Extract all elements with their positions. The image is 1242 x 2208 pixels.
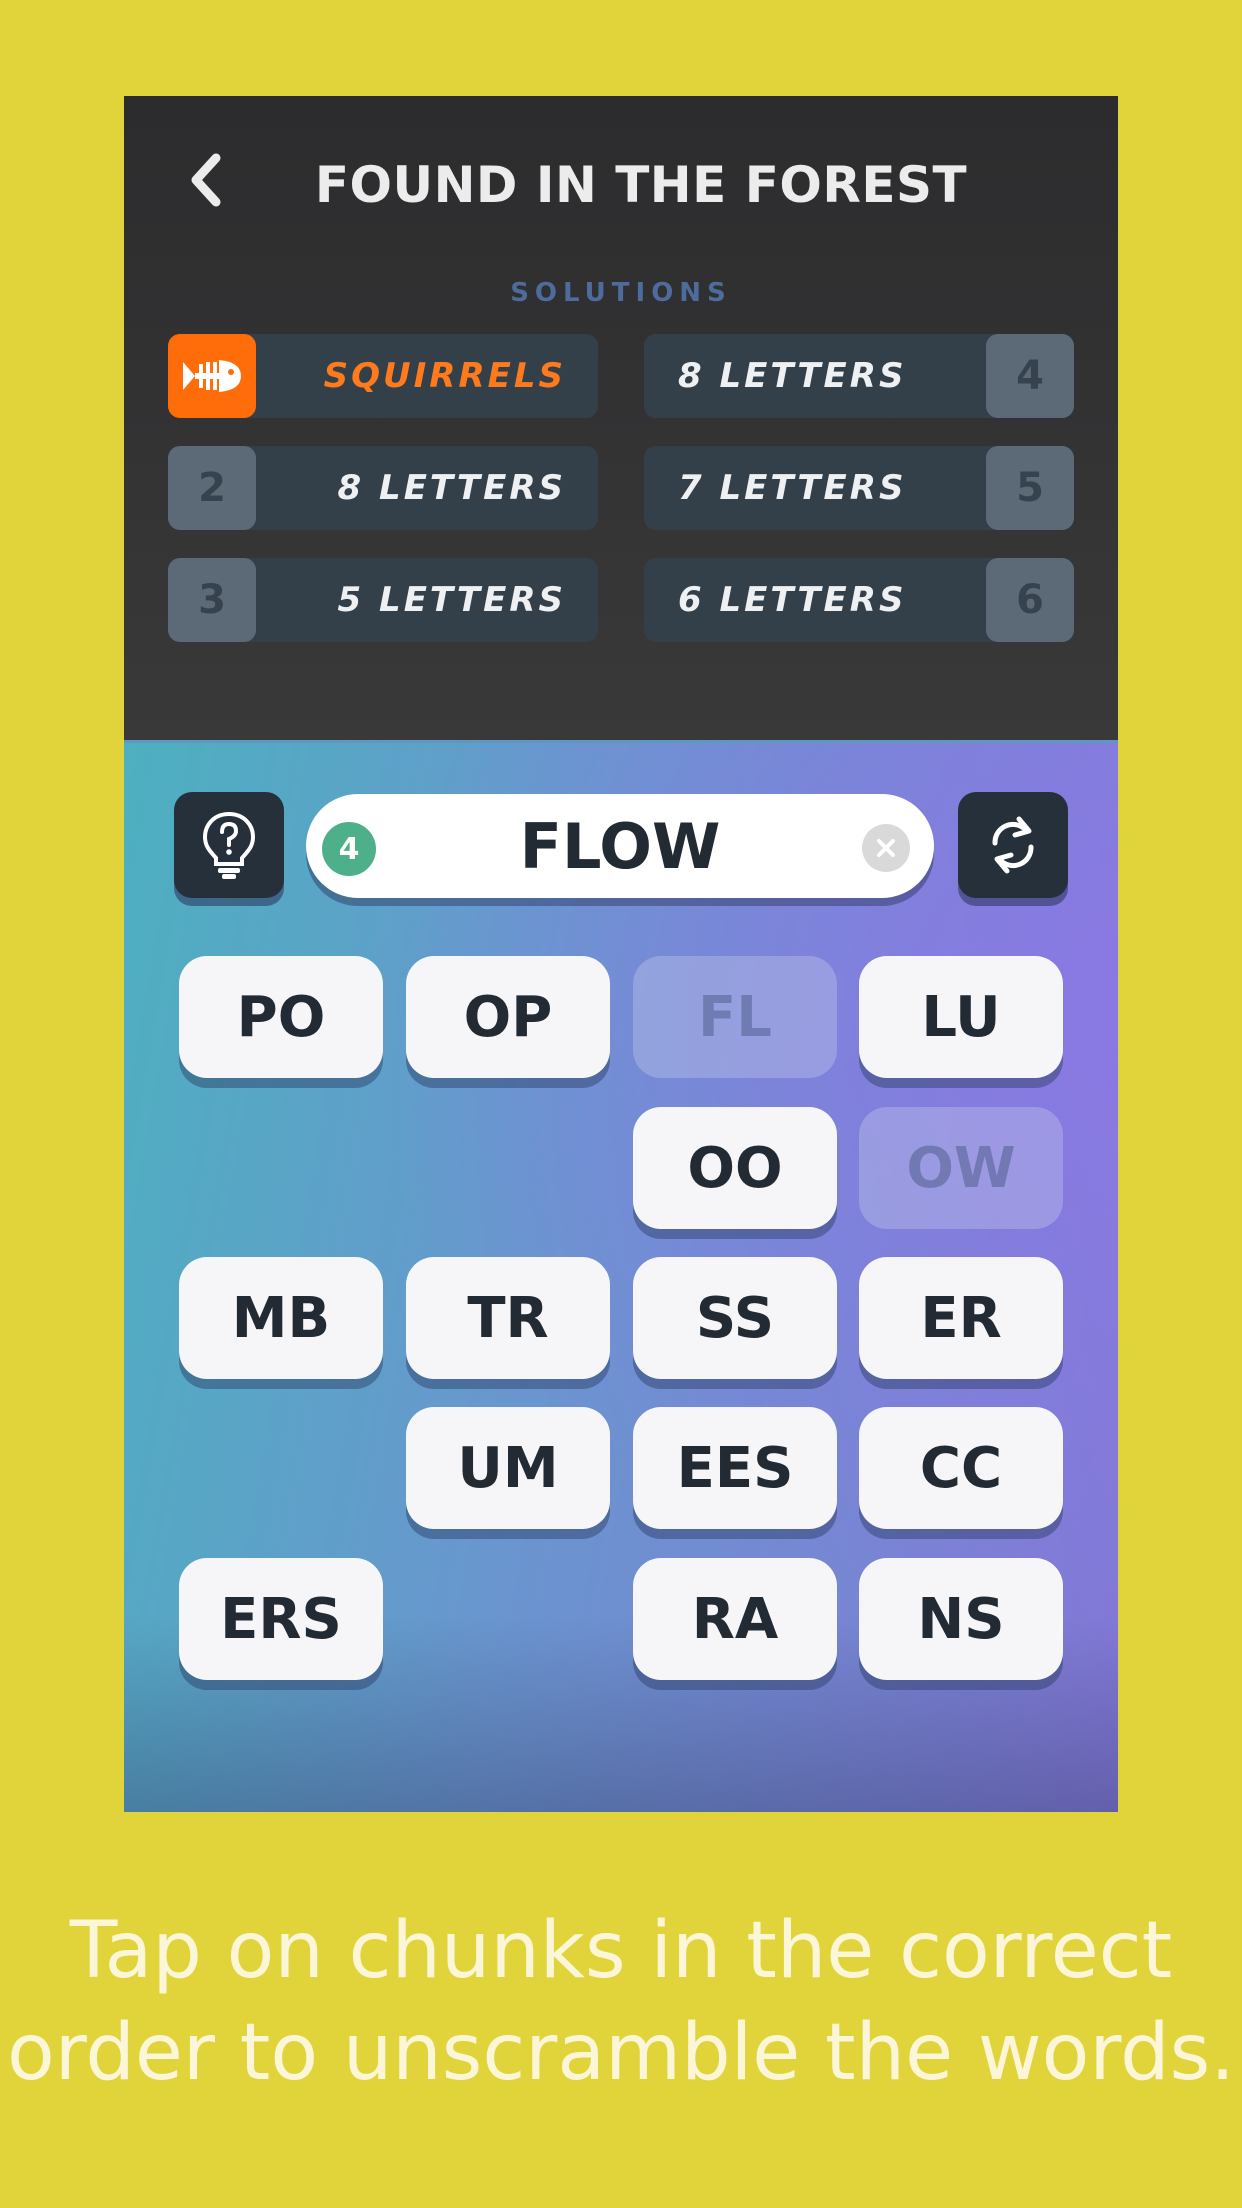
solution-slot-6[interactable]: 6 LETTERS 6 — [644, 558, 1074, 642]
solution-slot-5[interactable]: 7 LETTERS 5 — [644, 446, 1074, 530]
solution-slot-4[interactable]: 8 LETTERS 4 — [644, 334, 1074, 418]
solutions-panel: FOUND IN THE FOREST SOLUTIONS SQUIRRELS … — [124, 96, 1118, 740]
solution-text: 6 LETTERS — [678, 580, 907, 620]
chunk-tile[interactable]: OP — [406, 956, 610, 1078]
refresh-arrows-icon — [992, 816, 1034, 874]
solution-number: 5 — [986, 446, 1074, 530]
solution-text: 7 LETTERS — [678, 468, 907, 508]
chunk-tile[interactable]: ER — [859, 1257, 1063, 1379]
solution-text: 8 LETTERS — [678, 356, 907, 396]
solution-text: SQUIRRELS — [323, 356, 566, 396]
promo-caption: Tap on chunks in the correct order to un… — [0, 1900, 1242, 2104]
shuffle-button[interactable] — [958, 792, 1068, 898]
lightbulb-question-icon — [202, 811, 256, 879]
solution-number: 3 — [168, 558, 256, 642]
chunk-tile-used: OW — [859, 1107, 1063, 1229]
chevron-left-icon — [191, 153, 221, 207]
caption-line: order to unscramble the words. — [6, 2008, 1236, 2098]
solution-slot-1[interactable]: SQUIRRELS — [168, 334, 598, 418]
chunk-count-badge: 4 — [322, 822, 376, 876]
page-title: FOUND IN THE FOREST — [314, 156, 968, 214]
solution-slot-3[interactable]: 3 5 LETTERS — [168, 558, 598, 642]
solved-badge — [168, 334, 256, 418]
clear-button[interactable] — [862, 824, 910, 872]
solutions-label: SOLUTIONS — [510, 278, 732, 308]
solution-number: 2 — [168, 446, 256, 530]
chunk-tile[interactable]: MB — [179, 1257, 383, 1379]
hint-button[interactable] — [174, 792, 284, 898]
solution-number: 6 — [986, 558, 1074, 642]
chunk-tile[interactable]: LU — [859, 956, 1063, 1078]
back-button[interactable] — [176, 150, 236, 210]
chunk-tile[interactable]: UM — [406, 1407, 610, 1529]
chunk-tile[interactable]: RA — [633, 1558, 837, 1680]
solution-text: 8 LETTERS — [337, 468, 566, 508]
chunk-tile[interactable]: NS — [859, 1558, 1063, 1680]
chunk-tile[interactable]: EES — [633, 1407, 837, 1529]
solution-number: 4 — [986, 334, 1074, 418]
close-circle-icon — [877, 839, 895, 857]
fish-skeleton-icon — [183, 360, 241, 392]
chunk-tile[interactable]: PO — [179, 956, 383, 1078]
current-word-field[interactable]: 4 FLOW — [306, 794, 934, 898]
chunk-tile[interactable]: ERS — [179, 1558, 383, 1680]
caption-line: Tap on chunks in the correct — [69, 1906, 1173, 1996]
chunk-tile[interactable]: OO — [633, 1107, 837, 1229]
chunk-tile[interactable]: SS — [633, 1257, 837, 1379]
game-screen: FOUND IN THE FOREST SOLUTIONS SQUIRRELS … — [124, 96, 1118, 1812]
solution-text: 5 LETTERS — [337, 580, 566, 620]
solution-slot-2[interactable]: 2 8 LETTERS — [168, 446, 598, 530]
chunk-tile[interactable]: TR — [406, 1257, 610, 1379]
current-word: FLOW — [519, 809, 721, 883]
chunk-tile-used: FL — [633, 956, 837, 1078]
chunk-tile[interactable]: CC — [859, 1407, 1063, 1529]
